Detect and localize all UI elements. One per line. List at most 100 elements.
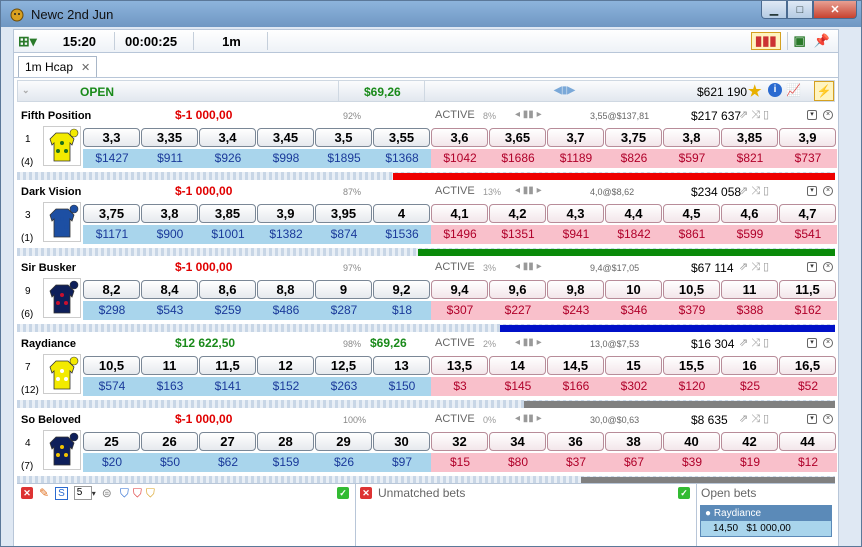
- back-odds-button[interactable]: 27: [199, 432, 256, 451]
- arrows-icon[interactable]: ◂ ▮▮ ▸: [515, 261, 542, 272]
- back-amount[interactable]: $998: [257, 149, 315, 168]
- lay-amount[interactable]: $52: [779, 377, 837, 396]
- lay-amount[interactable]: $120: [663, 377, 721, 396]
- back-odds-button[interactable]: 3,9: [257, 204, 314, 223]
- lay-odds-button[interactable]: 14: [489, 356, 546, 375]
- back-amount[interactable]: $1001: [199, 225, 257, 244]
- lay-odds-button[interactable]: 9,6: [489, 280, 546, 299]
- back-odds-button[interactable]: 8,2: [83, 280, 140, 299]
- lay-odds-button[interactable]: 16: [721, 356, 778, 375]
- back-amount[interactable]: $874: [315, 225, 373, 244]
- back-odds-button[interactable]: 8,8: [257, 280, 314, 299]
- lay-odds-button[interactable]: 38: [605, 432, 662, 451]
- lay-amount[interactable]: $1189: [547, 149, 605, 168]
- back-amount[interactable]: $141: [199, 377, 257, 396]
- lay-amount[interactable]: $162: [779, 301, 837, 320]
- back-odds-button[interactable]: 29: [315, 432, 372, 451]
- back-amount[interactable]: $1171: [83, 225, 141, 244]
- back-amount[interactable]: $911: [141, 149, 199, 168]
- close-circle-icon[interactable]: ×: [823, 186, 833, 196]
- lay-odds-button[interactable]: 3,75: [605, 128, 662, 147]
- close-circle-icon[interactable]: ×: [823, 338, 833, 348]
- lay-amount[interactable]: $737: [779, 149, 837, 168]
- lay-amount[interactable]: $39: [663, 453, 721, 472]
- back-amount[interactable]: $486: [257, 301, 315, 320]
- lay-amount[interactable]: $941: [547, 225, 605, 244]
- back-odds-button[interactable]: 3,85: [199, 204, 256, 223]
- lay-amount[interactable]: $80: [489, 453, 547, 472]
- shield-blue-icon[interactable]: ⛉: [120, 486, 129, 501]
- lay-amount[interactable]: $821: [721, 149, 779, 168]
- lay-odds-button[interactable]: 15,5: [663, 356, 720, 375]
- arrows-icon[interactable]: ◂ ▮▮ ▸: [515, 337, 542, 348]
- back-amount[interactable]: $1368: [373, 149, 431, 168]
- back-amount[interactable]: $26: [315, 453, 373, 472]
- lay-amount[interactable]: $37: [547, 453, 605, 472]
- lay-amount[interactable]: $1351: [489, 225, 547, 244]
- lay-odds-button[interactable]: 14,5: [547, 356, 604, 375]
- shield-red-icon[interactable]: ⛉: [133, 486, 142, 501]
- confirm-unmatched-icon[interactable]: ✓: [678, 487, 690, 499]
- back-amount[interactable]: $97: [373, 453, 431, 472]
- runner-tools-icon[interactable]: ⇗⤨▯: [739, 412, 772, 426]
- back-odds-button[interactable]: 3,45: [257, 128, 314, 147]
- lay-amount[interactable]: $1042: [431, 149, 489, 168]
- lay-odds-button[interactable]: 3,7: [547, 128, 604, 147]
- back-amount[interactable]: $543: [141, 301, 199, 320]
- back-odds-button[interactable]: 3,75: [83, 204, 140, 223]
- lay-odds-button[interactable]: 4,6: [721, 204, 778, 223]
- lay-odds-button[interactable]: 9,8: [547, 280, 604, 299]
- close-button[interactable]: ✕: [813, 1, 857, 19]
- add-market-icon[interactable]: ⊞▾: [18, 33, 37, 50]
- shield-yellow-icon[interactable]: ⛉: [146, 486, 155, 501]
- lay-odds-button[interactable]: 3,85: [721, 128, 778, 147]
- lay-amount[interactable]: $166: [547, 377, 605, 396]
- lay-amount[interactable]: $15: [431, 453, 489, 472]
- lay-amount[interactable]: $145: [489, 377, 547, 396]
- back-amount[interactable]: $62: [199, 453, 257, 472]
- back-odds-button[interactable]: 28: [257, 432, 314, 451]
- lay-odds-button[interactable]: 4,4: [605, 204, 662, 223]
- lay-odds-button[interactable]: 3,8: [663, 128, 720, 147]
- back-odds-button[interactable]: 12: [257, 356, 314, 375]
- back-amount[interactable]: $163: [141, 377, 199, 396]
- back-amount[interactable]: $159: [257, 453, 315, 472]
- lay-odds-button[interactable]: 4,2: [489, 204, 546, 223]
- lay-odds-button[interactable]: 4,3: [547, 204, 604, 223]
- close-circle-icon[interactable]: ×: [823, 262, 833, 272]
- graph-icon[interactable]: 📈: [786, 83, 801, 97]
- dropdown-icon[interactable]: ▾: [807, 414, 817, 424]
- back-odds-button[interactable]: 3,35: [141, 128, 198, 147]
- lay-odds-button[interactable]: 10: [605, 280, 662, 299]
- runner-tools-icon[interactable]: ⇗⤨▯: [739, 184, 772, 198]
- pin-icon[interactable]: 📌: [814, 33, 830, 49]
- back-odds-button[interactable]: 3,3: [83, 128, 140, 147]
- eraser-icon[interactable]: ✎: [39, 486, 49, 500]
- back-amount[interactable]: $1427: [83, 149, 141, 168]
- lay-amount[interactable]: $1686: [489, 149, 547, 168]
- back-amount[interactable]: $900: [141, 225, 199, 244]
- back-odds-button[interactable]: 12,5: [315, 356, 372, 375]
- confirm-icon[interactable]: ✓: [337, 487, 349, 499]
- back-amount[interactable]: $50: [141, 453, 199, 472]
- lay-amount[interactable]: $302: [605, 377, 663, 396]
- stake-dropdown-icon[interactable]: ▾: [92, 489, 96, 498]
- close-circle-icon[interactable]: ×: [823, 414, 833, 424]
- lay-odds-button[interactable]: 9,4: [431, 280, 488, 299]
- lay-amount[interactable]: $1496: [431, 225, 489, 244]
- back-odds-button[interactable]: 9,2: [373, 280, 430, 299]
- back-odds-button[interactable]: 4: [373, 204, 430, 223]
- lay-odds-button[interactable]: 34: [489, 432, 546, 451]
- back-odds-button[interactable]: 8,6: [199, 280, 256, 299]
- lay-amount[interactable]: $67: [605, 453, 663, 472]
- lay-amount[interactable]: $541: [779, 225, 837, 244]
- back-odds-button[interactable]: 26: [141, 432, 198, 451]
- lay-odds-button[interactable]: 13,5: [431, 356, 488, 375]
- back-amount[interactable]: $926: [199, 149, 257, 168]
- lay-amount[interactable]: $25: [721, 377, 779, 396]
- open-bet-item[interactable]: ● Raydiance 14,50 $1 000,00: [700, 505, 832, 537]
- lay-odds-button[interactable]: 4,5: [663, 204, 720, 223]
- lay-amount[interactable]: $243: [547, 301, 605, 320]
- lay-amount[interactable]: $1842: [605, 225, 663, 244]
- cancel-unmatched-icon[interactable]: ✕: [360, 487, 372, 499]
